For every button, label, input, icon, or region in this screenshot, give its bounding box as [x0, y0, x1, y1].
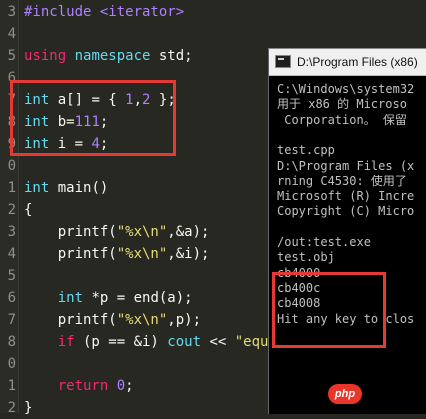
code-token: { — [24, 202, 33, 218]
line-number: 2 — [7, 400, 16, 416]
code-token: int — [57, 290, 84, 306]
code-token: printf( — [24, 312, 117, 328]
code-token: using — [24, 48, 67, 64]
line-number: 1 — [7, 180, 16, 196]
line-number: 7 — [7, 312, 16, 328]
code-text: #include <iterator> — [24, 1, 184, 23]
code-text: int *p = end(a); — [24, 287, 193, 309]
line-number: 6 — [7, 290, 16, 306]
highlight-box-output — [272, 272, 386, 348]
code-text: return 0; — [24, 375, 134, 397]
console-line: /out:test.exe — [277, 235, 371, 249]
code-token: "%x\n" — [116, 312, 168, 328]
code-token: int — [24, 180, 50, 196]
code-token: printf( — [24, 246, 117, 262]
console-line: test.obj — [277, 250, 335, 265]
console-app-icon — [275, 55, 291, 68]
code-token: namespace — [66, 48, 159, 64]
line-number: 0 — [7, 356, 16, 372]
code-token: } — [24, 400, 33, 416]
console-title: D:\Program Files (x86) — [297, 55, 418, 69]
code-token: *p = end(a); — [83, 290, 193, 306]
code-token: #include <iterator> — [24, 4, 185, 20]
code-token: ,p); — [167, 312, 202, 328]
code-line: 3 #include <iterator> — [0, 1, 426, 23]
code-token: 0 — [116, 378, 126, 394]
line-number: 5 — [7, 48, 16, 64]
code-token: "%x\n" — [116, 224, 168, 240]
code-token: cout — [167, 334, 202, 350]
code-token: (p == &i) — [74, 334, 168, 350]
code-token: if — [57, 334, 75, 350]
line-number: 5 — [7, 268, 16, 284]
code-token: ,&a); — [167, 224, 210, 240]
code-token: ; — [125, 378, 134, 394]
console-line: Corporation。 保留 — [277, 112, 407, 127]
code-token: "%x\n" — [116, 246, 168, 262]
console-line: Copyright (C) Micro — [277, 204, 415, 219]
code-token: << — [201, 334, 235, 350]
code-token: printf( — [24, 224, 117, 240]
code-text: using namespace std; — [24, 45, 193, 67]
console-line: D:\Program Files (x — [277, 158, 415, 173]
highlight-box-globals — [10, 80, 176, 156]
php-watermark: php — [328, 384, 362, 404]
console-line: C:\Windows\system32 — [277, 82, 415, 96]
code-token: return — [57, 378, 109, 394]
line-number: 4 — [7, 26, 16, 42]
code-text: int main() — [24, 177, 108, 199]
code-token: ,&i); — [167, 246, 210, 262]
console-line: test.cpp — [277, 143, 335, 158]
line-number: 2 — [7, 202, 16, 218]
code-text: printf("%x\n",p); — [24, 309, 201, 331]
code-token: std — [158, 48, 185, 64]
line-number: 0 — [7, 158, 16, 174]
console-line: 用于 x86 的 Microso — [277, 97, 407, 112]
line-number: 3 — [7, 4, 16, 20]
console-window[interactable]: D:\Program Files (x86) C:\Windows\system… — [268, 48, 426, 414]
line-number: 3 — [7, 224, 16, 240]
code-text: if (p == &i) cout << "equ" — [24, 331, 277, 353]
console-line: rning C4530: 使用了 — [277, 173, 407, 188]
console-line: Microsoft (R) Incre — [277, 189, 415, 204]
code-text: printf("%x\n",&a); — [24, 221, 210, 243]
code-text: } — [24, 397, 32, 419]
code-token: main() — [49, 180, 109, 196]
line-number: 4 — [7, 246, 16, 262]
code-text: { — [24, 199, 32, 221]
code-line: 4 — [0, 23, 426, 45]
code-token: ; — [184, 48, 193, 64]
line-number: 8 — [7, 334, 16, 350]
console-title-bar[interactable]: D:\Program Files (x86) — [269, 49, 426, 76]
code-text: printf("%x\n",&i); — [24, 243, 210, 265]
line-number: 1 — [7, 378, 16, 394]
